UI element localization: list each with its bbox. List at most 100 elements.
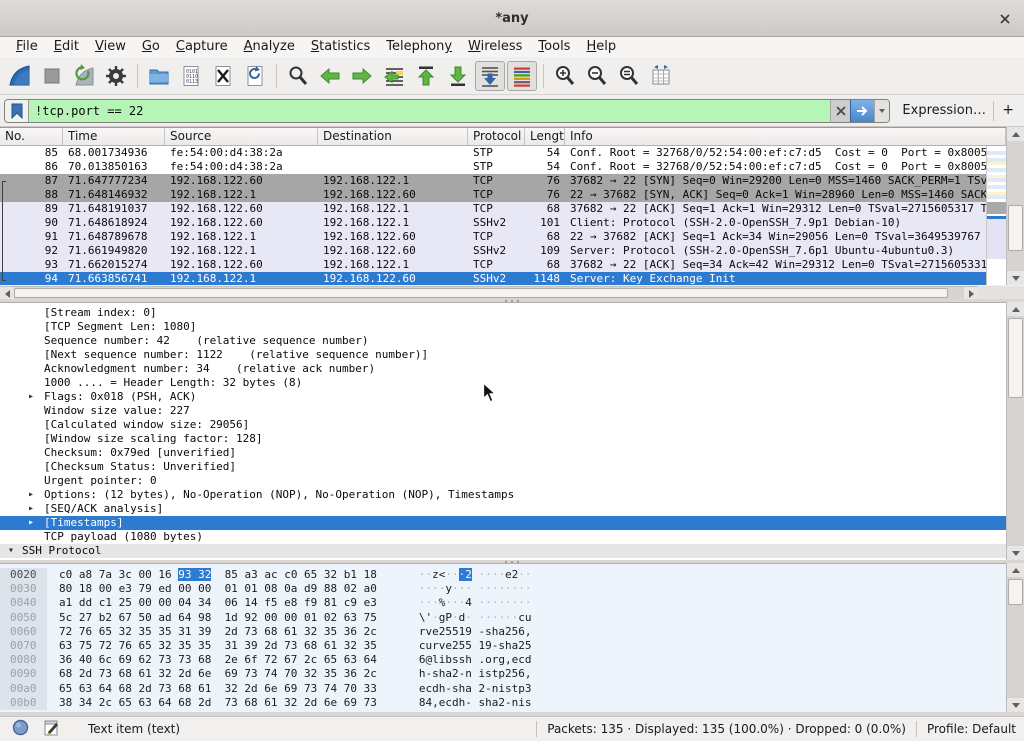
- hex-ascii[interactable]: ···%···4 ········: [419, 596, 532, 610]
- detail-line[interactable]: Window size value: 227: [0, 404, 1006, 418]
- bytes-vscrollbar[interactable]: [1006, 563, 1024, 712]
- titlebar[interactable]: *any: [0, 0, 1024, 37]
- menu-telephony[interactable]: Telephony: [378, 37, 460, 57]
- hex-row-0030[interactable]: 003080 18 00 e3 79 ed 00 00 01 01 08 0a …: [0, 582, 1006, 596]
- expand-arrow-icon[interactable]: ▸: [28, 390, 34, 404]
- hex-bytes[interactable]: c0 a8 7a 3c 00 16 93 32 85 a3 ac c0 65 3…: [59, 568, 377, 582]
- hex-ascii[interactable]: ··z<···2 ····e2··: [419, 568, 532, 582]
- packet-row-85[interactable]: 8568.001734936fe:54:00:d4:38:2aSTP54Conf…: [0, 146, 986, 160]
- hex-row-0070[interactable]: 007063 75 72 76 65 32 35 35 31 39 2d 73 …: [0, 639, 1006, 653]
- profile-button[interactable]: Profile: Default: [927, 722, 1016, 736]
- hex-bytes[interactable]: 36 40 6c 69 62 73 73 68 2e 6f 72 67 2c 6…: [59, 653, 377, 667]
- menu-analyze[interactable]: Analyze: [236, 37, 303, 57]
- scroll-down-button[interactable]: [1007, 546, 1024, 560]
- scrollbar-thumb[interactable]: [1008, 318, 1023, 398]
- detail-line[interactable]: Checksum: 0x79ed [unverified]: [0, 446, 1006, 460]
- detail-line[interactable]: [TCP Segment Len: 1080]: [0, 320, 1006, 334]
- hex-bytes[interactable]: 5c 27 b2 67 50 ad 64 98 1d 92 00 00 01 0…: [59, 611, 377, 625]
- find-packet-button[interactable]: [283, 61, 313, 91]
- detail-line[interactable]: ▸Options: (12 bytes), No-Operation (NOP)…: [0, 488, 1006, 502]
- hex-bytes[interactable]: 72 76 65 32 35 35 31 39 2d 73 68 61 32 3…: [59, 625, 377, 639]
- hex-ascii[interactable]: h-sha2-n istp256,: [419, 667, 532, 681]
- go-to-last-packet-button[interactable]: [443, 61, 473, 91]
- hex-bytes[interactable]: 38 34 2c 65 63 64 68 2d 73 68 61 32 2d 6…: [59, 696, 377, 710]
- hex-ascii[interactable]: rve25519 -sha256,: [419, 625, 532, 639]
- zoom-in-button[interactable]: [550, 61, 580, 91]
- filter-apply-button[interactable]: [850, 100, 874, 122]
- packet-row-92[interactable]: 9271.661949820192.168.122.1192.168.122.6…: [0, 244, 986, 258]
- expression-button[interactable]: Expression…: [902, 103, 986, 118]
- detail-line[interactable]: Sequence number: 42 (relative sequence n…: [0, 334, 1006, 348]
- scroll-down-button[interactable]: [1007, 271, 1024, 285]
- display-filter-input[interactable]: [29, 100, 830, 122]
- detail-line[interactable]: ▸[Timestamps]: [0, 516, 1006, 530]
- hex-row-0020[interactable]: 0020c0 a8 7a 3c 00 16 93 32 85 a3 ac c0 …: [0, 568, 1006, 582]
- scroll-up-button[interactable]: [1007, 563, 1024, 577]
- start-capture-button[interactable]: [5, 61, 35, 91]
- detail-line[interactable]: TCP payload (1080 bytes): [0, 530, 1006, 544]
- packet-row-90[interactable]: 9071.648618924192.168.122.60192.168.122.…: [0, 216, 986, 230]
- packet-list-vscrollbar[interactable]: [1006, 127, 1024, 285]
- menu-tools[interactable]: Tools: [530, 37, 578, 57]
- close-window-button[interactable]: [996, 10, 1014, 28]
- column-header-source[interactable]: Source: [165, 128, 318, 145]
- reload-capture-file-button[interactable]: [240, 61, 270, 91]
- hex-ascii[interactable]: ecdh-sha 2-nistp3: [419, 682, 532, 696]
- expand-arrow-icon[interactable]: ▸: [28, 502, 34, 516]
- hex-row-0040[interactable]: 0040a1 dd c1 25 00 00 04 34 06 14 f5 e8 …: [0, 596, 1006, 610]
- filter-bookmark-button[interactable]: [5, 100, 29, 122]
- menu-view[interactable]: View: [87, 37, 134, 57]
- menu-go[interactable]: Go: [134, 37, 168, 57]
- hex-bytes[interactable]: 65 63 64 68 2d 73 68 61 32 2d 6e 69 73 7…: [59, 682, 377, 696]
- save-capture-file-button[interactable]: 010101100113: [176, 61, 206, 91]
- scrollbar-thumb[interactable]: [14, 288, 948, 298]
- packet-list-minimap[interactable]: [986, 146, 1006, 285]
- open-capture-file-button[interactable]: [144, 61, 174, 91]
- column-header-time[interactable]: Time: [63, 128, 165, 145]
- capture-options-button[interactable]: [101, 61, 131, 91]
- zoom-out-button[interactable]: [582, 61, 612, 91]
- detail-line[interactable]: [Next sequence number: 1122 (relative se…: [0, 348, 1006, 362]
- packet-row-91[interactable]: 9171.648789678192.168.122.1192.168.122.6…: [0, 230, 986, 244]
- detail-line[interactable]: [Checksum Status: Unverified]: [0, 460, 1006, 474]
- hex-bytes[interactable]: 63 75 72 76 65 32 35 35 31 39 2d 73 68 6…: [59, 639, 377, 653]
- filter-clear-button[interactable]: [830, 100, 850, 122]
- column-header-protocol[interactable]: Protocol: [468, 128, 525, 145]
- detail-line[interactable]: ▸[SEQ/ACK analysis]: [0, 502, 1006, 516]
- hex-ascii[interactable]: 84,ecdh- sha2-nis: [419, 696, 532, 710]
- auto-scroll-button[interactable]: [475, 61, 505, 91]
- menu-help[interactable]: Help: [578, 37, 624, 57]
- detail-line[interactable]: ▾SSH Protocol: [0, 544, 1006, 558]
- hex-row-0080[interactable]: 008036 40 6c 69 62 73 73 68 2e 6f 72 67 …: [0, 653, 1006, 667]
- column-header-info[interactable]: Info: [565, 128, 1006, 145]
- packet-row-86[interactable]: 8670.013850163fe:54:00:d4:38:2aSTP54Conf…: [0, 160, 986, 174]
- packet-row-89[interactable]: 8971.648191037192.168.122.60192.168.122.…: [0, 202, 986, 216]
- scroll-up-button[interactable]: [1007, 302, 1024, 316]
- go-to-first-packet-button[interactable]: [411, 61, 441, 91]
- go-to-packet-button[interactable]: [379, 61, 409, 91]
- collapse-arrow-icon[interactable]: ▾: [8, 544, 14, 558]
- hex-row-0090[interactable]: 009068 2d 73 68 61 32 2d 6e 69 73 74 70 …: [0, 667, 1006, 681]
- scrollbar-thumb[interactable]: [1008, 205, 1023, 251]
- detail-line[interactable]: [Stream index: 0]: [0, 306, 1006, 320]
- detail-line[interactable]: Acknowledgment number: 34 (relative ack …: [0, 362, 1006, 376]
- hex-ascii[interactable]: \'·gP·d· ······cu: [419, 611, 532, 625]
- menu-edit[interactable]: Edit: [46, 37, 87, 57]
- menu-statistics[interactable]: Statistics: [303, 37, 378, 57]
- detail-line[interactable]: 1000 .... = Header Length: 32 bytes (8): [0, 376, 1006, 390]
- packet-row-88[interactable]: 8871.648146932192.168.122.1192.168.122.6…: [0, 188, 986, 202]
- scrollbar-thumb[interactable]: [1008, 579, 1023, 605]
- hex-bytes[interactable]: a1 dd c1 25 00 00 04 34 06 14 f5 e8 f9 8…: [59, 596, 377, 610]
- expert-info-button[interactable]: [12, 719, 29, 739]
- go-forward-button[interactable]: [347, 61, 377, 91]
- packet-list-hscrollbar[interactable]: [0, 286, 978, 299]
- scroll-down-button[interactable]: [1007, 698, 1024, 712]
- hex-ascii[interactable]: curve255 19-sha25: [419, 639, 532, 653]
- colorize-packet-list-button[interactable]: [507, 61, 537, 91]
- hex-ascii[interactable]: ····y··· ········: [419, 582, 532, 596]
- column-header-no[interactable]: No.: [0, 128, 63, 145]
- packet-row-94[interactable]: 9471.663856741192.168.122.1192.168.122.6…: [0, 272, 986, 285]
- details-vscrollbar[interactable]: [1006, 302, 1024, 560]
- detail-line[interactable]: Urgent pointer: 0: [0, 474, 1006, 488]
- hex-row-0050[interactable]: 00505c 27 b2 67 50 ad 64 98 1d 92 00 00 …: [0, 611, 1006, 625]
